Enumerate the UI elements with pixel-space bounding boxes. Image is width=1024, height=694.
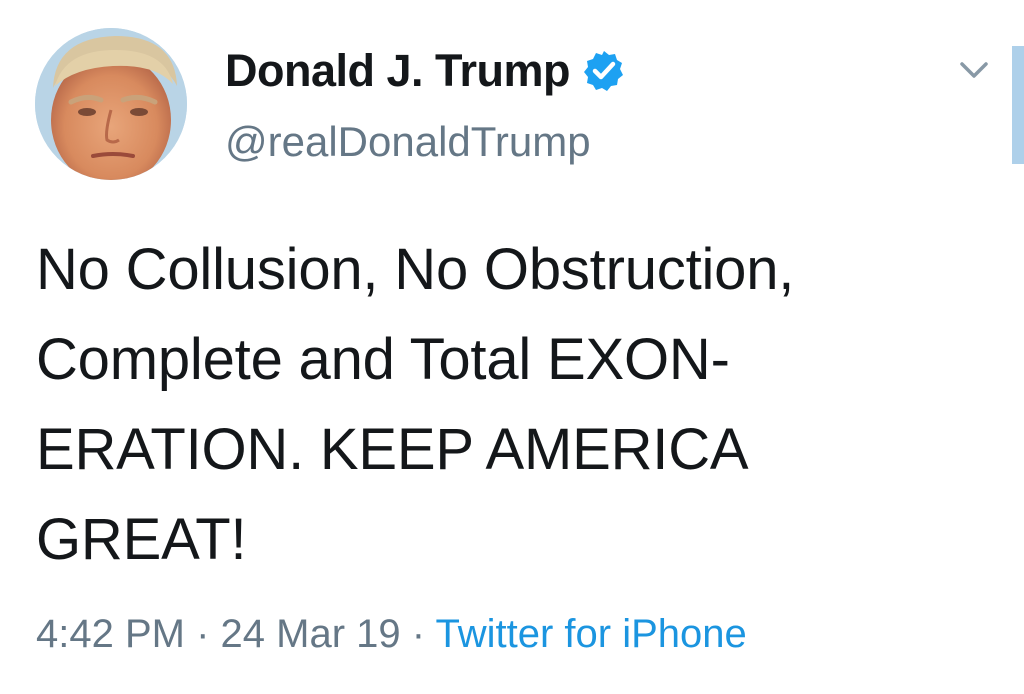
meta-separator: · xyxy=(411,612,426,656)
scrollbar[interactable] xyxy=(1012,46,1024,164)
tweet-text-line: Complete and Total EXON- xyxy=(36,327,730,392)
tweet-text-line: No Collusion, No Obstruction, xyxy=(36,237,795,302)
tweet-text-line: GREAT! xyxy=(36,507,247,572)
display-name[interactable]: Donald J. Trump xyxy=(225,45,571,97)
tweet-text-line: ERATION. KEEP AMERICA xyxy=(36,417,749,482)
user-handle[interactable]: @realDonaldTrump xyxy=(225,118,591,166)
avatar-image xyxy=(35,28,187,180)
verified-badge-icon xyxy=(582,49,626,93)
display-name-row[interactable]: Donald J. Trump xyxy=(225,40,626,102)
tweet-card: Donald J. Trump @realDonaldTrump No Coll… xyxy=(0,0,1024,694)
tweet-source-link[interactable]: Twitter for iPhone xyxy=(436,612,747,656)
meta-separator: · xyxy=(196,612,210,656)
tweet-meta: 4:42 PM · 24 Mar 19 · Twitter for iPhone xyxy=(36,612,747,657)
avatar[interactable] xyxy=(35,28,187,180)
tweet-date[interactable]: 24 Mar 19 xyxy=(221,612,401,656)
tweet-text: No Collusion, No Obstruction, Complete a… xyxy=(36,225,996,585)
chevron-down-icon[interactable] xyxy=(956,52,992,88)
tweet-time[interactable]: 4:42 PM xyxy=(36,612,185,656)
